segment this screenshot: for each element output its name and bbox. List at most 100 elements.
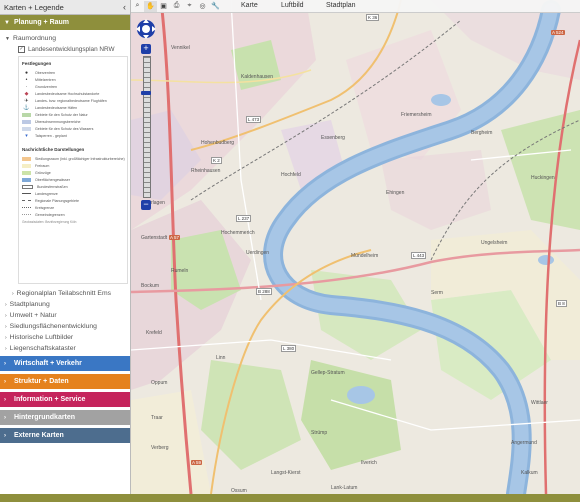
tab-luftbild[interactable]: Luftbild bbox=[281, 2, 304, 9]
map-toolbar: ⌕ ✋ ▣ ⎙ ⌖ ◎ 🔧 Karte Luftbild Stadtplan bbox=[131, 0, 580, 13]
layer-lep-nrw-label: Landesentwicklungsplan NRW bbox=[28, 46, 115, 53]
category-extern[interactable]: › Externe Karten bbox=[0, 428, 130, 443]
tree-item-label: Stadtplanung bbox=[9, 301, 50, 308]
legend-item: Grünzüge bbox=[22, 169, 124, 176]
chevron-right-icon: › bbox=[5, 323, 7, 330]
zoom-in-button[interactable]: + bbox=[141, 44, 151, 54]
category-struktur-label: Struktur + Daten bbox=[14, 378, 69, 385]
legend-item: Regionale Planungsgebiete bbox=[22, 197, 124, 204]
zoom-slider[interactable] bbox=[141, 56, 151, 198]
legend-item: Überschwemmungsbereiche bbox=[22, 118, 124, 125]
hochschule-icon: ◆ bbox=[24, 90, 29, 97]
layer-checkbox[interactable]: ✓ bbox=[18, 46, 25, 53]
category-hintergrund-label: Hintergrundkarten bbox=[14, 414, 76, 421]
wrench-icon[interactable]: 🔧 bbox=[209, 1, 222, 12]
legend-item: Gebiete für den Schutz des Wassers bbox=[22, 125, 124, 132]
legend-panel: Festlegungen ● Oberzentren • Mittelzentren… bbox=[18, 56, 128, 284]
tree-item-umwelt[interactable]: › Umwelt + Natur bbox=[0, 310, 130, 321]
category-planung[interactable]: ▼ Planung + Raum bbox=[0, 15, 130, 30]
place-label: Oppum bbox=[151, 380, 168, 386]
road-label: L 443 bbox=[411, 252, 427, 259]
chevron-down-icon: ▼ bbox=[4, 19, 10, 26]
place-label: Hochemmerich bbox=[221, 230, 255, 236]
tree-item-label: Regionalplan Teilabschnitt Ems bbox=[16, 290, 112, 297]
hand-pan-icon[interactable]: ✋ bbox=[144, 0, 157, 12]
tab-karte[interactable]: Karte bbox=[241, 2, 258, 9]
chevron-right-icon: › bbox=[12, 290, 14, 297]
place-label: Lank-Latum bbox=[331, 485, 358, 491]
place-label: Bockum bbox=[141, 283, 160, 289]
place-label: Traar bbox=[151, 415, 163, 421]
road-label: K 2 bbox=[211, 157, 222, 164]
category-hintergrund[interactable]: › Hintergrundkarten bbox=[0, 410, 130, 425]
category-wirtschaft[interactable]: › Wirtschaft + Verkehr bbox=[0, 356, 130, 371]
place-label: Huckingen bbox=[531, 175, 555, 181]
chevron-right-icon: › bbox=[4, 378, 6, 385]
road-label: L 237 bbox=[236, 215, 252, 222]
category-struktur[interactable]: › Struktur + Daten bbox=[0, 374, 130, 389]
category-wirtschaft-label: Wirtschaft + Verkehr bbox=[14, 360, 82, 367]
road-label: A 57 bbox=[169, 235, 181, 240]
chevron-right-icon: › bbox=[4, 414, 6, 421]
zoom-control: + − bbox=[136, 18, 156, 210]
category-extern-label: Externe Karten bbox=[14, 432, 64, 439]
legend-item: Kreisgrenze bbox=[22, 204, 124, 211]
chevron-right-icon: › bbox=[4, 396, 6, 403]
road-label: K 36 bbox=[366, 14, 380, 21]
place-label: Linn bbox=[216, 355, 226, 361]
place-label: Krefeld bbox=[146, 330, 162, 336]
chevron-left-icon[interactable]: ‹ bbox=[123, 2, 126, 12]
measure-icon[interactable]: ◎ bbox=[196, 1, 209, 12]
place-label: Friemersheim bbox=[401, 112, 432, 118]
chevron-right-icon: › bbox=[4, 432, 6, 439]
legend-item: Bundesfernstraßen bbox=[22, 183, 124, 190]
road-label: L 473 bbox=[246, 116, 262, 123]
tree-item-label: Liegenschaftskataster bbox=[9, 345, 76, 352]
place-label: Hochfeld bbox=[281, 172, 301, 178]
chevron-right-icon: › bbox=[5, 301, 7, 308]
legend-item: ◆ Landesbedeutsame Hochschulstandorte bbox=[22, 90, 124, 97]
sidebar: Karten + Legende ‹ ▼ Planung + Raum ▼ Ra… bbox=[0, 0, 131, 502]
category-information[interactable]: › Information + Service bbox=[0, 392, 130, 407]
road-label: A 59 bbox=[191, 460, 203, 465]
place-label: Mündelheim bbox=[351, 253, 379, 259]
legend-item: • Mittelzentren bbox=[22, 76, 124, 83]
place-label: Bergheim bbox=[471, 130, 493, 136]
print-icon[interactable]: ⎙ bbox=[170, 1, 183, 12]
chevron-right-icon: › bbox=[5, 312, 7, 319]
legend-item: · Grundzentren bbox=[22, 83, 124, 90]
category-planung-label: Planung + Raum bbox=[14, 19, 70, 26]
legend-item: Gemeindegrenzen bbox=[22, 211, 124, 218]
tree-item-regionalplan[interactable]: › Regionalplan Teilabschnitt Ems bbox=[0, 288, 130, 299]
marker-icon[interactable]: ⌖ bbox=[183, 1, 196, 12]
place-label: Vennikel bbox=[171, 45, 190, 51]
place-label: Essenberg bbox=[321, 135, 345, 141]
tree-item-label: Historische Luftbilder bbox=[9, 334, 74, 341]
legend-item: Siedlungsraum (inkl. großflächiger Infra… bbox=[22, 155, 125, 162]
tree-item-label: Umwelt + Natur bbox=[9, 312, 57, 319]
place-label: Langst-Kierst bbox=[271, 470, 301, 476]
tab-stadtplan[interactable]: Stadtplan bbox=[326, 2, 356, 9]
search-icon[interactable]: ⌕ bbox=[131, 1, 144, 12]
legend-item: ▾ Talsperren - geplant bbox=[22, 132, 124, 139]
chevron-down-icon: ▼ bbox=[5, 35, 10, 42]
info-icon[interactable]: ▣ bbox=[157, 1, 170, 12]
tree-raumordnung[interactable]: ▼ Raumordnung bbox=[0, 33, 130, 44]
tree-item-siedlung[interactable]: › Siedlungsflächenentwicklung bbox=[0, 321, 130, 332]
place-label: Kalkum bbox=[521, 470, 538, 476]
place-label: Wittlaer bbox=[531, 400, 548, 406]
zoom-out-button[interactable]: − bbox=[141, 200, 151, 210]
sidebar-title: Karten + Legende bbox=[4, 2, 64, 12]
talsperre-icon: ▾ bbox=[25, 132, 28, 139]
legend-item: Freiraum bbox=[22, 162, 124, 169]
tree-item-stadtplanung[interactable]: › Stadtplanung bbox=[0, 299, 130, 310]
tree-item-luftbilder[interactable]: › Historische Luftbilder bbox=[0, 332, 130, 343]
legend-item: ⚓ Landesbedeutsame Häfen bbox=[23, 104, 78, 111]
tree-item-kataster[interactable]: › Liegenschaftskataster bbox=[0, 343, 130, 354]
place-label: Serm bbox=[431, 290, 443, 296]
layer-lep-nrw[interactable]: ✓ Landesentwicklungsplan NRW bbox=[0, 44, 130, 55]
pan-control-icon[interactable] bbox=[136, 18, 156, 40]
zoom-slider-handle[interactable] bbox=[141, 91, 151, 95]
map-canvas[interactable]: Vennikel Kaldenhausen Essenberg Hochfeld… bbox=[131, 0, 580, 494]
legend-item: ● Oberzentren bbox=[22, 69, 124, 76]
